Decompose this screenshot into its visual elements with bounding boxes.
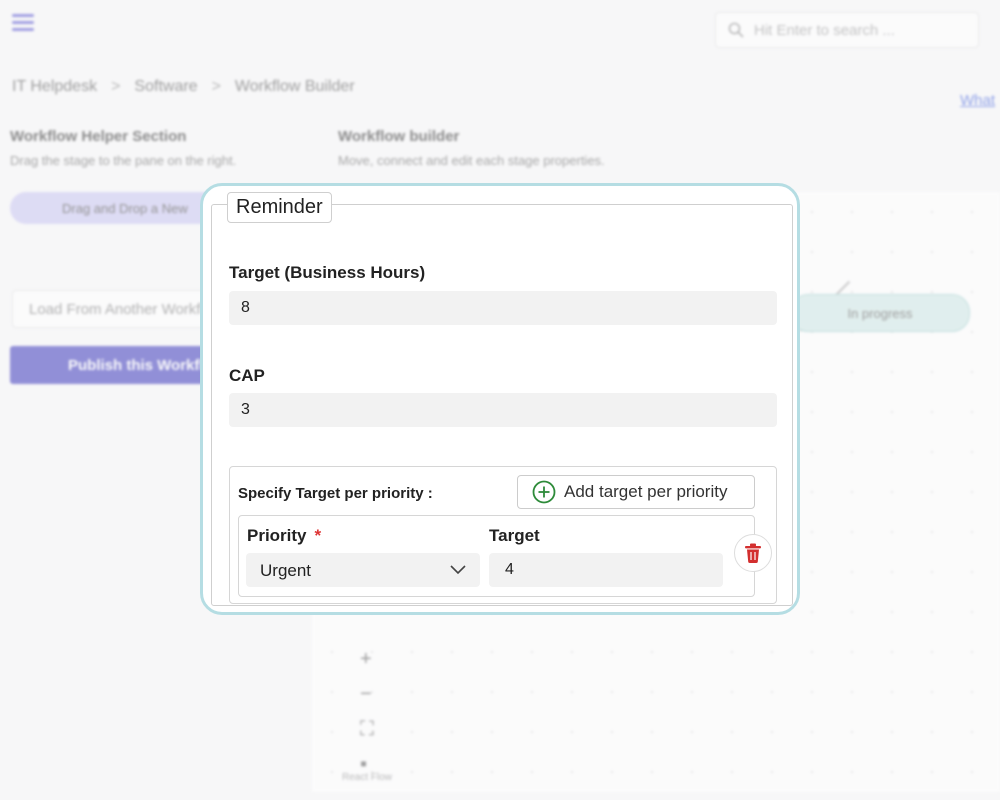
priority-row: Priority * Target Urgent 4 <box>238 515 755 597</box>
helper-section-title: Workflow Helper Section <box>10 128 187 145</box>
builder-subtitle: Move, connect and edit each stage proper… <box>338 153 605 168</box>
add-target-label: Add target per priority <box>564 482 728 501</box>
specify-target-label: Specify Target per priority : <box>238 485 433 502</box>
breadcrumb-item-software[interactable]: Software <box>134 78 197 96</box>
target-hours-input[interactable]: 8 <box>229 291 777 325</box>
search-icon <box>728 22 744 38</box>
target-column-label: Target <box>489 526 540 545</box>
reminder-legend: Reminder <box>227 192 332 223</box>
breadcrumb-item-workflow-builder: Workflow Builder <box>234 78 355 95</box>
add-circle-icon <box>532 480 556 504</box>
zoom-in-icon[interactable]: + <box>360 648 374 671</box>
priority-column-label: Priority * <box>247 526 321 546</box>
delete-priority-button[interactable] <box>734 534 772 572</box>
add-target-per-priority-button[interactable]: Add target per priority <box>517 475 755 509</box>
priority-target-input[interactable]: 4 <box>489 553 723 587</box>
builder-title: Workflow builder <box>338 128 460 145</box>
breadcrumb-item-it-helpdesk[interactable]: IT Helpdesk <box>12 78 97 96</box>
breadcrumb-separator: > <box>211 78 221 95</box>
zoom-out-icon[interactable]: − <box>360 683 374 706</box>
priority-select[interactable]: Urgent <box>246 553 480 587</box>
search-input[interactable]: Hit Enter to search ... <box>715 12 979 48</box>
breadcrumb: IT Helpdesk > Software > Workflow Builde… <box>12 78 355 96</box>
breadcrumb-separator: > <box>111 78 121 95</box>
helper-section-subtitle: Drag the stage to the pane on the right. <box>10 153 237 168</box>
cap-label: CAP <box>229 366 265 385</box>
priority-target-section: Specify Target per priority : Add target… <box>229 466 777 604</box>
fit-view-icon[interactable]: ⛶ <box>360 718 374 741</box>
whats-new-link[interactable]: What <box>960 92 995 109</box>
target-hours-label: Target (Business Hours) <box>229 263 426 282</box>
trash-icon <box>745 543 761 563</box>
canvas-controls: + − ⛶ ▪ <box>360 648 374 776</box>
priority-label-text: Priority <box>247 526 307 545</box>
react-flow-attribution[interactable]: React Flow <box>342 772 392 783</box>
reminder-modal: Reminder Target (Business Hours) 8 CAP 3… <box>200 183 800 615</box>
hamburger-icon[interactable] <box>12 14 34 32</box>
cap-input[interactable]: 3 <box>229 393 777 427</box>
required-mark: * <box>314 526 322 545</box>
node-in-progress[interactable]: In progress <box>790 294 970 332</box>
search-placeholder: Hit Enter to search ... <box>754 21 895 39</box>
chevron-down-icon <box>450 565 466 575</box>
priority-select-value: Urgent <box>260 561 312 580</box>
